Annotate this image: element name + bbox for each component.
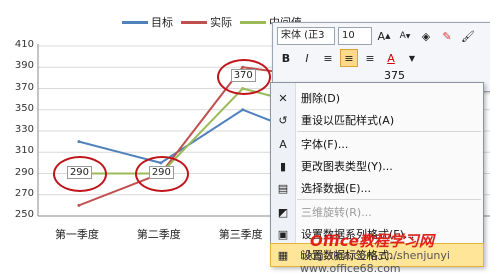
legend-item[interactable]: 实际: [181, 14, 232, 30]
y-tick-label: 250: [14, 209, 34, 220]
y-tick-label: 350: [14, 102, 34, 114]
menu-item[interactable]: A 字体(F)...: [271, 133, 483, 155]
menu-item[interactable]: ▮ 更改图表类型(Y)...: [271, 155, 483, 177]
y-tick-label: 370: [14, 81, 34, 93]
menu-item-label: 字体(F)...: [301, 138, 349, 151]
data-point[interactable]: [77, 140, 81, 144]
x-tick-label: 第一季度: [54, 228, 99, 241]
y-tick-label: 390: [14, 60, 34, 72]
italic-icon[interactable]: I: [298, 49, 316, 67]
reset-style-icon: ↺: [278, 113, 288, 127]
legend-label: 目标: [151, 16, 173, 29]
watermark-title: Office教程学习网: [310, 232, 434, 250]
align-right-icon[interactable]: ≡: [361, 49, 379, 67]
legend-swatch: [181, 20, 207, 24]
align-left-icon[interactable]: ≡: [319, 49, 337, 67]
shrink-font-icon[interactable]: A ▼: [396, 27, 414, 45]
menu-item[interactable]: ↺ 重设以匹配样式(A): [271, 109, 483, 131]
data-point[interactable]: [77, 203, 81, 207]
y-tick-label: 270: [14, 187, 34, 199]
fill-color-icon[interactable]: ◈: [417, 27, 435, 45]
format-series-icon: ▣: [277, 227, 289, 241]
font-size-combo[interactable]: 10: [338, 27, 372, 45]
y-tick-label: 330: [14, 124, 34, 135]
legend-label: 实际: [210, 16, 232, 29]
menu-separator: [297, 199, 481, 200]
dropdown-icon[interactable]: ▼: [403, 49, 421, 67]
menu-item: ◩ 三维旋转(R)...: [271, 201, 483, 223]
menu-item-label: 删除(D): [301, 92, 341, 105]
data-point[interactable]: [241, 108, 245, 112]
format-labels-icon: ▦: [277, 248, 289, 262]
x-tick-label: 第二季度: [136, 228, 181, 241]
align-center-icon[interactable]: ≡: [340, 49, 358, 67]
menu-separator: [297, 131, 481, 132]
highlight-circle: [134, 155, 189, 192]
font-name-combo[interactable]: 宋体 (正3: [277, 27, 335, 45]
chart-type-icon: ▮: [279, 159, 287, 173]
highlight-circle: [52, 155, 107, 192]
grow-font-icon[interactable]: A ▲: [375, 27, 393, 45]
font-icon: A: [279, 137, 287, 151]
watermark-url: blog.sina.com.cn/shenjunyi www.office68.…: [300, 249, 450, 275]
brush-icon[interactable]: 🖌: [459, 27, 477, 45]
menu-item-label: 重设以匹配样式(A): [301, 114, 395, 127]
menu-item-label: 更改图表类型(Y)...: [301, 160, 393, 173]
menu-item-label: 三维旋转(R)...: [301, 206, 372, 219]
legend-swatch: [240, 20, 266, 24]
highlight-circle: [216, 58, 271, 95]
line-color-icon[interactable]: ✎: [438, 27, 456, 45]
y-tick-label: 290: [14, 166, 34, 178]
side-value-text: 375: [384, 69, 405, 82]
menu-item[interactable]: ▤ 选择数据(E)...: [271, 177, 483, 199]
menu-item[interactable]: ✕ 删除(D): [271, 87, 483, 109]
font-color-icon[interactable]: A: [382, 49, 400, 67]
select-data-icon: ▤: [277, 181, 289, 195]
menu-item-label: 选择数据(E)...: [301, 182, 372, 195]
y-tick-label: 310: [14, 145, 34, 157]
rotate-3d-icon: ◩: [277, 205, 289, 219]
bold-icon[interactable]: B: [277, 49, 295, 67]
legend-swatch: [122, 20, 148, 24]
legend-item[interactable]: 目标: [122, 14, 173, 30]
x-tick-label: 第三季度: [218, 228, 263, 241]
delete-icon: ✕: [278, 91, 288, 105]
y-tick-label: 410: [14, 39, 34, 50]
